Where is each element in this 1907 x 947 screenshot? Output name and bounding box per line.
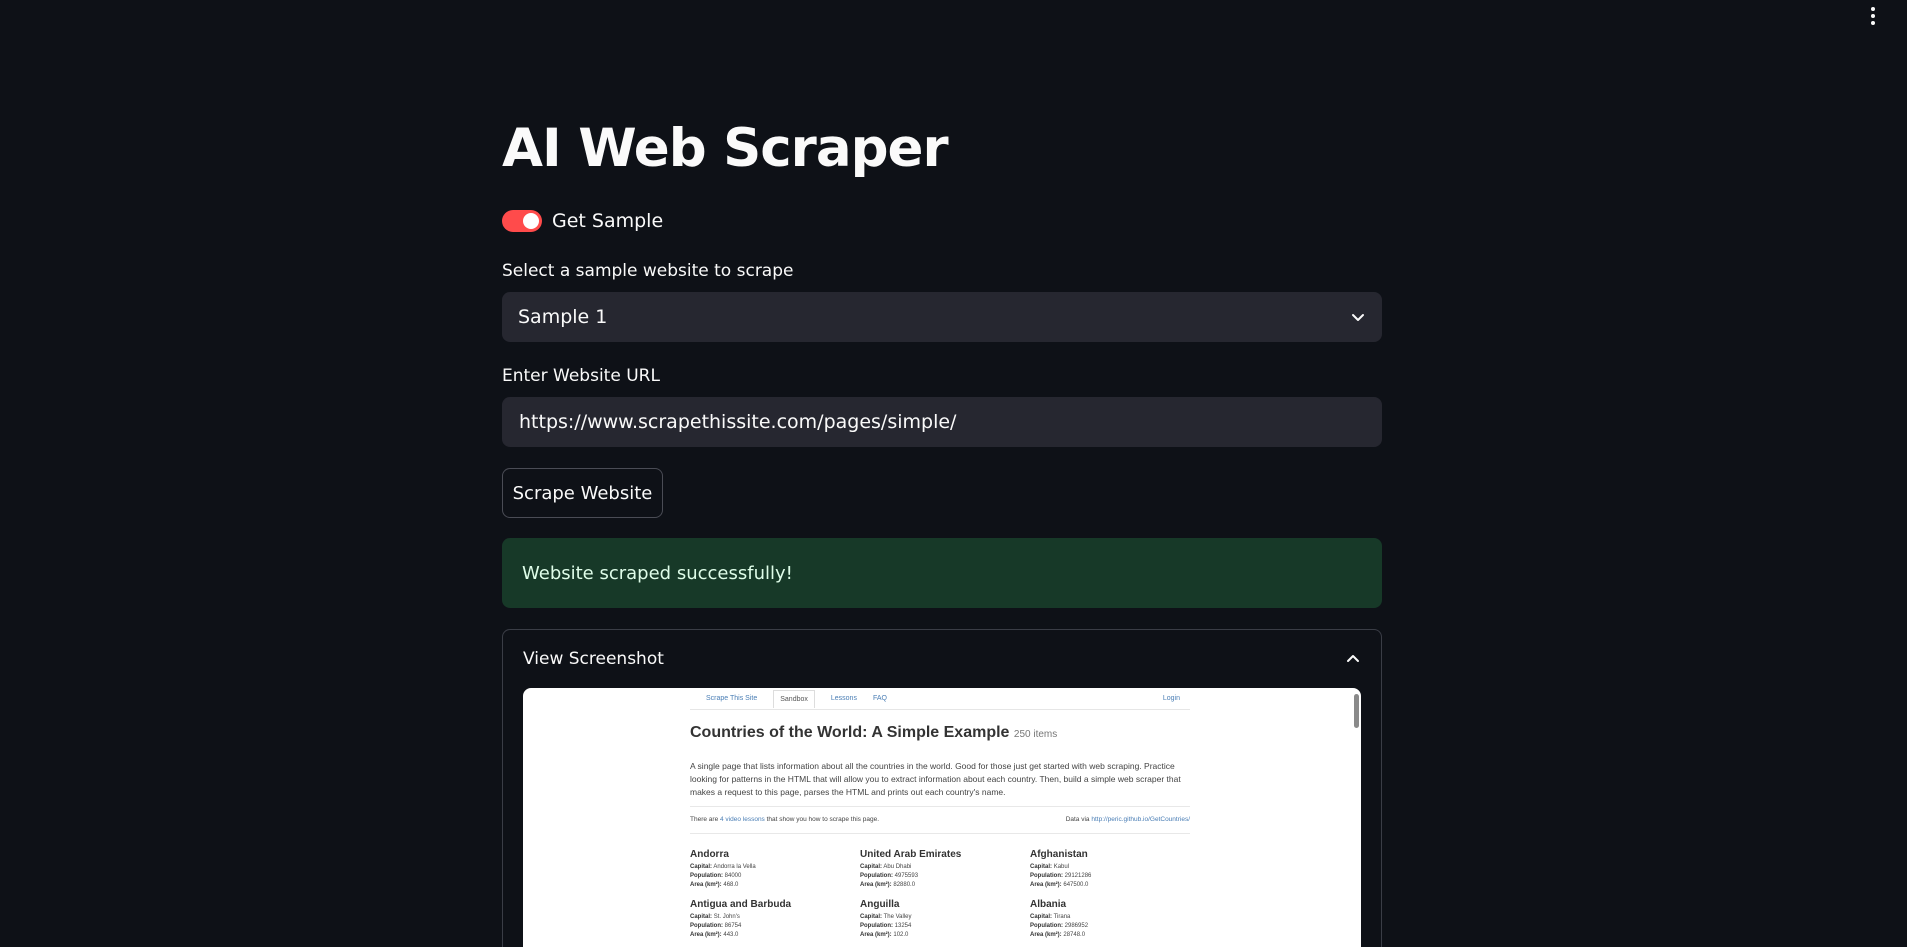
- country-card: United Arab Emirates Capital: Abu Dhabi …: [860, 848, 1030, 890]
- page-title: AI Web Scraper: [502, 118, 949, 179]
- success-alert-text: Website scraped successfully!: [522, 562, 793, 584]
- country-population: Population: 4975593: [860, 873, 919, 879]
- divider: [690, 833, 1190, 834]
- country-area: Area (km²): 28748.0: [1030, 932, 1086, 938]
- main-menu-icon[interactable]: [1865, 6, 1881, 26]
- screenshot-nav: Scrape This Site Sandbox Lessons FAQ Log…: [690, 688, 1190, 710]
- nav-login: Login: [1162, 695, 1180, 702]
- country-population: Population: 84000: [690, 873, 742, 879]
- nav-lessons: Lessons: [830, 695, 857, 702]
- chevron-down-icon: [1352, 314, 1364, 321]
- country-card: Afghanistan Capital: Kabul Population: 2…: [1030, 848, 1200, 890]
- website-screenshot: Scrape This Site Sandbox Lessons FAQ Log…: [523, 688, 1361, 947]
- country-area: Area (km²): 647500.0: [1030, 882, 1089, 888]
- screenshot-item-count: 250 items: [1013, 729, 1058, 740]
- country-card: Anguilla Capital: The Valley Population:…: [860, 898, 1030, 940]
- country-name: Andorra: [690, 849, 729, 860]
- note-right: Data via http://peric.github.io/GetCount…: [1066, 816, 1190, 823]
- country-population: Population: 86754: [690, 923, 742, 929]
- note-prefix: There are: [690, 816, 719, 823]
- screenshot-heading: Countries of the World: A Simple Example…: [690, 724, 1057, 742]
- url-input-label: Enter Website URL: [502, 366, 660, 386]
- country-name: Afghanistan: [1030, 849, 1088, 860]
- country-area: Area (km²): 443.0: [690, 932, 739, 938]
- note-left: There are 4 video lessons that show you …: [690, 816, 879, 823]
- toggle-switch[interactable]: [502, 210, 542, 232]
- scrape-website-button[interactable]: Scrape Website: [502, 468, 663, 518]
- screenshot-heading-text: Countries of the World: A Simple Example: [690, 724, 1010, 741]
- country-population: Population: 13254: [860, 923, 912, 929]
- country-capital: Capital: The Valley: [860, 914, 912, 920]
- country-population: Population: 2986952: [1030, 923, 1089, 929]
- toggle-knob: [523, 213, 539, 229]
- country-card: Albania Capital: Tirana Population: 2986…: [1030, 898, 1200, 940]
- success-alert: Website scraped successfully!: [502, 538, 1382, 608]
- country-name: Albania: [1030, 899, 1067, 910]
- country-capital: Capital: Andorra la Vella: [690, 864, 756, 870]
- note-suffix: that show you how to scrape this page.: [766, 816, 879, 823]
- country-card: Antigua and Barbuda Capital: St. John's …: [690, 898, 860, 940]
- toggle-label: Get Sample: [552, 210, 664, 232]
- screenshot-note: There are 4 video lessons that show you …: [690, 816, 1190, 823]
- country-area: Area (km²): 102.0: [860, 932, 909, 938]
- nav-faq: FAQ: [872, 695, 887, 702]
- country-area: Area (km²): 468.0: [690, 882, 739, 888]
- country-card: Andorra Capital: Andorra la Vella Popula…: [690, 848, 860, 890]
- nav-brand: Scrape This Site: [706, 695, 758, 702]
- country-name: Antigua and Barbuda: [690, 899, 792, 910]
- sample-select-value: Sample 1: [518, 306, 608, 328]
- country-name: Anguilla: [860, 899, 900, 910]
- country-name: United Arab Emirates: [860, 849, 962, 860]
- note-link: 4 video lessons: [720, 816, 765, 823]
- screenshot-description: A single page that lists information abo…: [690, 761, 1181, 797]
- country-capital: Capital: Kabul: [1030, 864, 1070, 870]
- sample-select-label: Select a sample website to scrape: [502, 261, 794, 281]
- expander-title: View Screenshot: [523, 649, 664, 669]
- country-population: Population: 29121286: [1030, 873, 1092, 879]
- get-sample-toggle[interactable]: Get Sample: [502, 210, 663, 232]
- country-capital: Capital: Abu Dhabi: [860, 864, 912, 870]
- country-capital: Capital: St. John's: [690, 914, 740, 920]
- screenshot-expander: View Screenshot Scrape This Site Sandbox…: [502, 629, 1382, 947]
- sample-select[interactable]: Sample 1: [502, 292, 1382, 342]
- data-via-label: Data via: [1065, 816, 1090, 823]
- divider: [690, 806, 1190, 807]
- nav-sandbox: Sandbox: [773, 689, 815, 708]
- chevron-up-icon[interactable]: [1345, 651, 1361, 667]
- data-via-link: http://peric.github.io/GetCountries/: [1091, 816, 1190, 823]
- url-input[interactable]: [502, 397, 1382, 447]
- country-capital: Capital: Tirana: [1030, 914, 1071, 920]
- expander-header[interactable]: View Screenshot: [503, 630, 1381, 688]
- screenshot-scrollbar[interactable]: [1354, 694, 1359, 728]
- country-area: Area (km²): 82880.0: [860, 882, 916, 888]
